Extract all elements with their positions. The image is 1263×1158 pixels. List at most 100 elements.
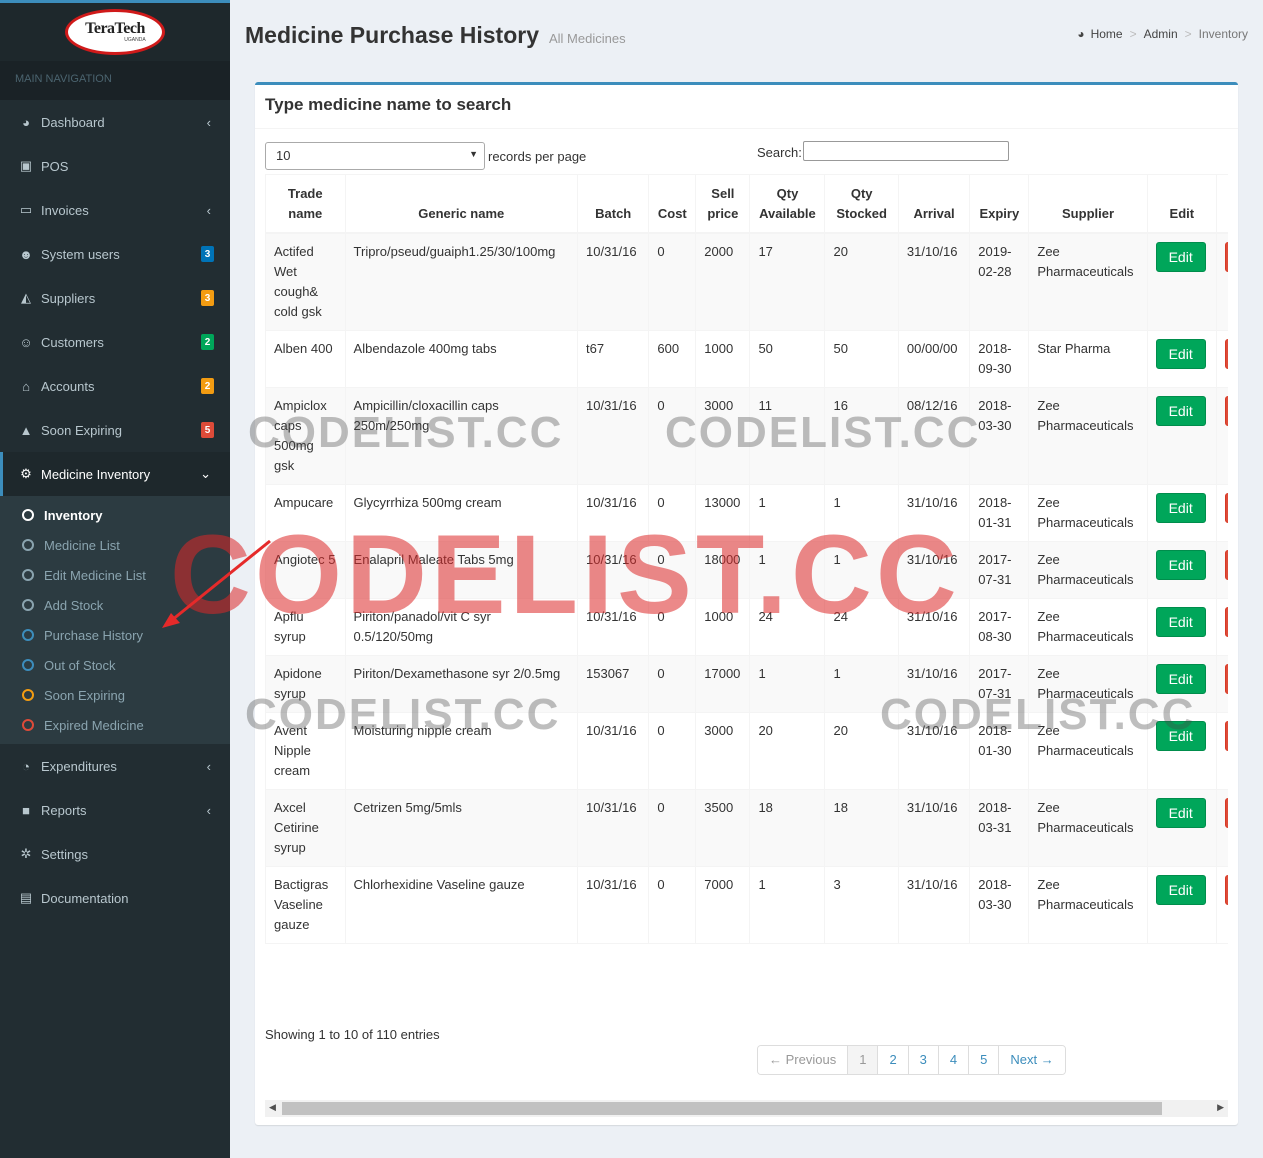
table-cell: 0: [648, 540, 697, 599]
edit-button[interactable]: Edit: [1155, 338, 1206, 369]
previous-page-button[interactable]: ← Previous: [758, 1046, 848, 1074]
column-header[interactable]: Batch: [576, 174, 650, 234]
column-header[interactable]: Expiry: [969, 174, 1030, 234]
edit-button[interactable]: Edit: [1155, 720, 1206, 751]
sidebar-item-label: Dashboard: [41, 114, 105, 130]
edit-button[interactable]: Edit: [1155, 492, 1206, 523]
column-header[interactable]: Generic name: [344, 174, 579, 234]
sidebar-item-customers[interactable]: ☺ Customers 2: [0, 320, 230, 364]
sidebar-item-invoices[interactable]: ▭ Invoices ‹: [0, 188, 230, 232]
page-button[interactable]: 5: [968, 1046, 999, 1074]
logo-subtext: UGANDA: [124, 37, 146, 43]
sidebar-item-settings[interactable]: ✲ Settings: [0, 832, 230, 876]
table-cell: 18000: [695, 540, 751, 599]
table-body: Actifed Wet cough& cold gsk Tripro/pseud/…: [265, 232, 1228, 944]
delete-button[interactable]: D: [1224, 492, 1228, 523]
sidebar-item-expenditures[interactable]: ◔ Expenditures ‹: [0, 744, 230, 788]
sidebar-item-soon-expiring[interactable]: ▲ Soon Expiring 5: [0, 408, 230, 452]
edit-cell: Edit: [1146, 597, 1217, 656]
column-header[interactable]: Cost: [648, 174, 697, 234]
column-header[interactable]: Trade name: [265, 174, 346, 234]
sidebar-item-medicine-inventory[interactable]: ⚙ Medicine Inventory ⌄: [0, 452, 230, 496]
table-cell: 0: [648, 788, 697, 867]
bicycle-icon: ⚙: [20, 466, 32, 481]
delete-cell: D: [1215, 711, 1228, 790]
column-header[interactable]: Edit: [1146, 174, 1217, 234]
edit-button[interactable]: Edit: [1155, 395, 1206, 426]
table-cell: Zee Pharmaceuticals: [1028, 483, 1148, 542]
table-cell: 0: [648, 597, 697, 656]
delete-button[interactable]: D: [1224, 797, 1228, 828]
submenu-item-label: Medicine List: [44, 537, 120, 553]
sidebar-item-documentation[interactable]: ▤ Documentation: [0, 876, 230, 920]
search-input[interactable]: [803, 141, 1009, 161]
table-cell: 1: [749, 654, 826, 713]
sidebar-item-pos[interactable]: ▣ POS: [0, 144, 230, 188]
delete-cell: D: [1215, 597, 1228, 656]
table-cell: 10/31/16: [576, 711, 650, 790]
breadcrumb-admin[interactable]: Admin: [1144, 27, 1178, 41]
scroll-left-icon[interactable]: ◀: [269, 1102, 276, 1113]
column-header[interactable]: Qty Stocked: [824, 174, 899, 234]
sidebar-item-dashboard[interactable]: ◕ Dashboard ‹: [0, 100, 230, 144]
edit-button[interactable]: Edit: [1155, 241, 1206, 272]
breadcrumb-home[interactable]: Home: [1091, 27, 1123, 41]
box-header: Type medicine name to search: [255, 85, 1238, 129]
sidebar-item-suppliers[interactable]: ◭ Suppliers 3: [0, 276, 230, 320]
edit-button[interactable]: Edit: [1155, 797, 1206, 828]
delete-button[interactable]: D: [1224, 241, 1228, 272]
circle-icon: [22, 659, 34, 671]
column-header[interactable]: D: [1215, 174, 1228, 234]
sidebar-item-label: System users: [41, 246, 120, 262]
edit-button[interactable]: Edit: [1155, 874, 1206, 905]
scrollbar-thumb[interactable]: [282, 1102, 1162, 1115]
warning-icon: ▲: [19, 422, 33, 438]
delete-button[interactable]: D: [1224, 549, 1228, 580]
box-title: Type medicine name to search: [265, 95, 512, 114]
scroll-right-icon[interactable]: ▶: [1217, 1102, 1224, 1113]
delete-button[interactable]: D: [1224, 606, 1228, 637]
next-page-button[interactable]: Next →: [998, 1046, 1065, 1074]
table-cell: Star Pharma: [1028, 329, 1148, 388]
column-header[interactable]: Supplier: [1028, 174, 1148, 234]
table-cell: 20: [824, 711, 899, 790]
page-button[interactable]: 3: [907, 1046, 938, 1074]
table-cell: 24: [824, 597, 899, 656]
table-cell: Chlorhexidine Vaseline gauze: [344, 865, 579, 944]
sidebar-item-label: Invoices: [41, 202, 89, 218]
edit-button[interactable]: Edit: [1155, 663, 1206, 694]
sidebar-item-accounts[interactable]: ⌂ Accounts 2: [0, 364, 230, 408]
delete-button[interactable]: D: [1224, 874, 1228, 905]
table-cell: 1: [749, 540, 826, 599]
page-button[interactable]: 1: [847, 1046, 878, 1074]
circle-icon: [22, 629, 34, 641]
table-cell: 0: [648, 386, 697, 485]
delete-button[interactable]: D: [1224, 395, 1228, 426]
submenu-item-soon-expiring[interactable]: Soon Expiring: [0, 680, 230, 710]
table-cell: 2018-03-30: [969, 865, 1030, 944]
submenu-item-expired-medicine[interactable]: Expired Medicine: [0, 710, 230, 740]
chevron-left-icon: ‹: [206, 758, 211, 774]
table-cell: 2019-02-28: [969, 232, 1030, 331]
edit-button[interactable]: Edit: [1155, 549, 1206, 580]
submenu-item-inventory[interactable]: Inventory: [0, 500, 230, 530]
column-header[interactable]: Qty Available: [749, 174, 826, 234]
column-header[interactable]: Sell price: [695, 174, 751, 234]
page-button[interactable]: 4: [937, 1046, 969, 1074]
page-size-select[interactable]: 10 ▼: [265, 142, 485, 170]
delete-button[interactable]: D: [1224, 338, 1228, 369]
delete-button[interactable]: D: [1224, 720, 1228, 751]
page-button[interactable]: 2: [877, 1046, 908, 1074]
brand-logo[interactable]: TeraTech UGANDA: [65, 9, 165, 55]
chevron-left-icon: ‹: [206, 114, 211, 130]
edit-button[interactable]: Edit: [1155, 606, 1206, 637]
sidebar-item-reports[interactable]: ■ Reports ‹: [0, 788, 230, 832]
table-cell: 16: [824, 386, 899, 485]
column-header[interactable]: Arrival: [897, 174, 971, 234]
sidebar-item-system-users[interactable]: ☻ System users 3: [0, 232, 230, 276]
submenu-item-out-of-stock[interactable]: Out of Stock: [0, 650, 230, 680]
horizontal-scrollbar[interactable]: ◀ ▶: [265, 1100, 1228, 1117]
table-cell: 50: [824, 329, 899, 388]
delete-button[interactable]: D: [1224, 663, 1228, 694]
table-row: Bactigras Vaseline gauze Chlorhexidine Va…: [265, 865, 1228, 944]
